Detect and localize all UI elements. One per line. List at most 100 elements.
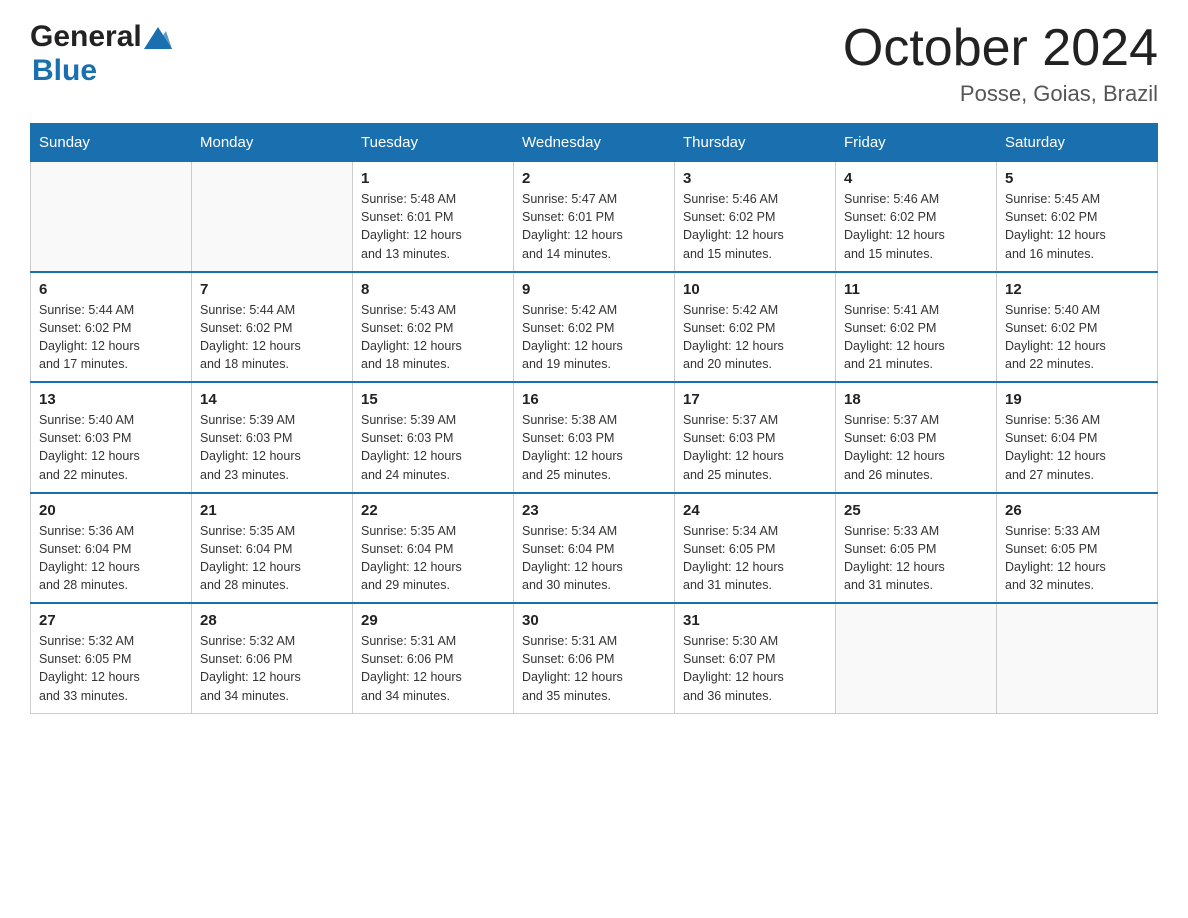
day-number: 10 xyxy=(683,281,827,298)
calendar-cell xyxy=(836,603,997,713)
day-info: Sunrise: 5:35 AMSunset: 6:04 PMDaylight:… xyxy=(200,522,344,595)
day-info: Sunrise: 5:44 AMSunset: 6:02 PMDaylight:… xyxy=(200,301,344,374)
day-number: 15 xyxy=(361,391,505,408)
day-number: 3 xyxy=(683,170,827,187)
calendar-table: SundayMondayTuesdayWednesdayThursdayFrid… xyxy=(30,123,1158,714)
day-number: 30 xyxy=(522,612,666,629)
day-number: 18 xyxy=(844,391,988,408)
day-number: 12 xyxy=(1005,281,1149,298)
day-number: 7 xyxy=(200,281,344,298)
day-number: 17 xyxy=(683,391,827,408)
weekday-header-row: SundayMondayTuesdayWednesdayThursdayFrid… xyxy=(31,124,1158,162)
calendar-cell: 11 Sunrise: 5:41 AMSunset: 6:02 PMDayligh… xyxy=(836,272,997,383)
day-info: Sunrise: 5:48 AMSunset: 6:01 PMDaylight:… xyxy=(361,190,505,263)
calendar-cell: 23 Sunrise: 5:34 AMSunset: 6:04 PMDayligh… xyxy=(514,493,675,604)
day-number: 1 xyxy=(361,170,505,187)
weekday-header-saturday: Saturday xyxy=(997,124,1158,162)
day-number: 14 xyxy=(200,391,344,408)
weekday-header-monday: Monday xyxy=(192,124,353,162)
calendar-cell: 14 Sunrise: 5:39 AMSunset: 6:03 PMDayligh… xyxy=(192,382,353,493)
day-number: 29 xyxy=(361,612,505,629)
week-row-3: 13Sunrise: 5:40 AMSunset: 6:03 PMDayligh… xyxy=(31,382,1158,493)
day-info: Sunrise: 5:37 AMSunset: 6:03 PMDaylight:… xyxy=(683,411,827,484)
calendar-cell: 22 Sunrise: 5:35 AMSunset: 6:04 PMDayligh… xyxy=(353,493,514,604)
week-row-4: 20 Sunrise: 5:36 AMSunset: 6:04 PMDayligh… xyxy=(31,493,1158,604)
calendar-cell: 4 Sunrise: 5:46 AMSunset: 6:02 PMDaylight… xyxy=(836,162,997,272)
day-info: Sunrise: 5:31 AMSunset: 6:06 PMDaylight:… xyxy=(361,632,505,705)
weekday-header-thursday: Thursday xyxy=(675,124,836,162)
calendar-cell: 15 Sunrise: 5:39 AMSunset: 6:03 PMDayligh… xyxy=(353,382,514,493)
day-info: Sunrise: 5:31 AMSunset: 6:06 PMDaylight:… xyxy=(522,632,666,705)
weekday-header-sunday: Sunday xyxy=(31,124,192,162)
title-area: October 2024 Posse, Goias, Brazil xyxy=(843,20,1158,107)
calendar-cell xyxy=(192,162,353,272)
day-number: 23 xyxy=(522,502,666,519)
day-info: Sunrise: 5:30 AMSunset: 6:07 PMDaylight:… xyxy=(683,632,827,705)
day-info: Sunrise: 5:37 AMSunset: 6:03 PMDaylight:… xyxy=(844,411,988,484)
calendar-cell: 7 Sunrise: 5:44 AMSunset: 6:02 PMDaylight… xyxy=(192,272,353,383)
day-info: Sunrise: 5:43 AMSunset: 6:02 PMDaylight:… xyxy=(361,301,505,374)
day-number: 6 xyxy=(39,281,183,298)
calendar-cell: 19 Sunrise: 5:36 AMSunset: 6:04 PMDayligh… xyxy=(997,382,1158,493)
calendar-cell: 21Sunrise: 5:35 AMSunset: 6:04 PMDayligh… xyxy=(192,493,353,604)
day-number: 2 xyxy=(522,170,666,187)
calendar-cell: 30 Sunrise: 5:31 AMSunset: 6:06 PMDayligh… xyxy=(514,603,675,713)
day-info: Sunrise: 5:41 AMSunset: 6:02 PMDaylight:… xyxy=(844,301,988,374)
day-number: 11 xyxy=(844,281,988,298)
day-info: Sunrise: 5:39 AMSunset: 6:03 PMDaylight:… xyxy=(361,411,505,484)
logo-general-text: General xyxy=(30,20,142,54)
calendar-cell: 16 Sunrise: 5:38 AMSunset: 6:03 PMDayligh… xyxy=(514,382,675,493)
weekday-header-tuesday: Tuesday xyxy=(353,124,514,162)
calendar-cell: 27 Sunrise: 5:32 AMSunset: 6:05 PMDayligh… xyxy=(31,603,192,713)
calendar-cell: 26 Sunrise: 5:33 AMSunset: 6:05 PMDayligh… xyxy=(997,493,1158,604)
calendar-cell: 10 Sunrise: 5:42 AMSunset: 6:02 PMDayligh… xyxy=(675,272,836,383)
day-number: 27 xyxy=(39,612,183,629)
day-number: 19 xyxy=(1005,391,1149,408)
calendar-cell: 12 Sunrise: 5:40 AMSunset: 6:02 PMDayligh… xyxy=(997,272,1158,383)
day-info: Sunrise: 5:42 AMSunset: 6:02 PMDaylight:… xyxy=(683,301,827,374)
day-number: 4 xyxy=(844,170,988,187)
weekday-header-friday: Friday xyxy=(836,124,997,162)
day-info: Sunrise: 5:46 AMSunset: 6:02 PMDaylight:… xyxy=(683,190,827,263)
day-info: Sunrise: 5:42 AMSunset: 6:02 PMDaylight:… xyxy=(522,301,666,374)
day-number: 8 xyxy=(361,281,505,298)
week-row-2: 6 Sunrise: 5:44 AMSunset: 6:02 PMDaylight… xyxy=(31,272,1158,383)
day-info: Sunrise: 5:36 AMSunset: 6:04 PMDaylight:… xyxy=(1005,411,1149,484)
day-number: 20 xyxy=(39,502,183,519)
weekday-header-wednesday: Wednesday xyxy=(514,124,675,162)
week-row-1: 1 Sunrise: 5:48 AMSunset: 6:01 PMDaylight… xyxy=(31,162,1158,272)
calendar-cell: 3 Sunrise: 5:46 AMSunset: 6:02 PMDaylight… xyxy=(675,162,836,272)
day-info: Sunrise: 5:36 AMSunset: 6:04 PMDaylight:… xyxy=(39,522,183,595)
calendar-cell: 8 Sunrise: 5:43 AMSunset: 6:02 PMDaylight… xyxy=(353,272,514,383)
day-info: Sunrise: 5:33 AMSunset: 6:05 PMDaylight:… xyxy=(844,522,988,595)
calendar-cell: 24Sunrise: 5:34 AMSunset: 6:05 PMDayligh… xyxy=(675,493,836,604)
day-number: 22 xyxy=(361,502,505,519)
calendar-cell: 17 Sunrise: 5:37 AMSunset: 6:03 PMDayligh… xyxy=(675,382,836,493)
day-info: Sunrise: 5:32 AMSunset: 6:05 PMDaylight:… xyxy=(39,632,183,705)
month-title: October 2024 xyxy=(843,20,1158,77)
day-info: Sunrise: 5:45 AMSunset: 6:02 PMDaylight:… xyxy=(1005,190,1149,263)
calendar-cell: 20 Sunrise: 5:36 AMSunset: 6:04 PMDayligh… xyxy=(31,493,192,604)
day-number: 28 xyxy=(200,612,344,629)
calendar-cell: 9Sunrise: 5:42 AMSunset: 6:02 PMDaylight… xyxy=(514,272,675,383)
day-info: Sunrise: 5:44 AMSunset: 6:02 PMDaylight:… xyxy=(39,301,183,374)
day-info: Sunrise: 5:47 AMSunset: 6:01 PMDaylight:… xyxy=(522,190,666,263)
day-info: Sunrise: 5:40 AMSunset: 6:02 PMDaylight:… xyxy=(1005,301,1149,374)
calendar-cell xyxy=(31,162,192,272)
day-number: 26 xyxy=(1005,502,1149,519)
day-info: Sunrise: 5:39 AMSunset: 6:03 PMDaylight:… xyxy=(200,411,344,484)
day-info: Sunrise: 5:38 AMSunset: 6:03 PMDaylight:… xyxy=(522,411,666,484)
logo-triangle-icon xyxy=(144,27,172,49)
day-number: 16 xyxy=(522,391,666,408)
day-number: 24 xyxy=(683,502,827,519)
day-info: Sunrise: 5:35 AMSunset: 6:04 PMDaylight:… xyxy=(361,522,505,595)
location-title: Posse, Goias, Brazil xyxy=(843,81,1158,107)
day-number: 31 xyxy=(683,612,827,629)
day-info: Sunrise: 5:46 AMSunset: 6:02 PMDaylight:… xyxy=(844,190,988,263)
week-row-5: 27 Sunrise: 5:32 AMSunset: 6:05 PMDayligh… xyxy=(31,603,1158,713)
calendar-cell: 31 Sunrise: 5:30 AMSunset: 6:07 PMDayligh… xyxy=(675,603,836,713)
day-info: Sunrise: 5:33 AMSunset: 6:05 PMDaylight:… xyxy=(1005,522,1149,595)
day-info: Sunrise: 5:34 AMSunset: 6:04 PMDaylight:… xyxy=(522,522,666,595)
calendar-cell: 13Sunrise: 5:40 AMSunset: 6:03 PMDayligh… xyxy=(31,382,192,493)
calendar-cell: 18 Sunrise: 5:37 AMSunset: 6:03 PMDayligh… xyxy=(836,382,997,493)
